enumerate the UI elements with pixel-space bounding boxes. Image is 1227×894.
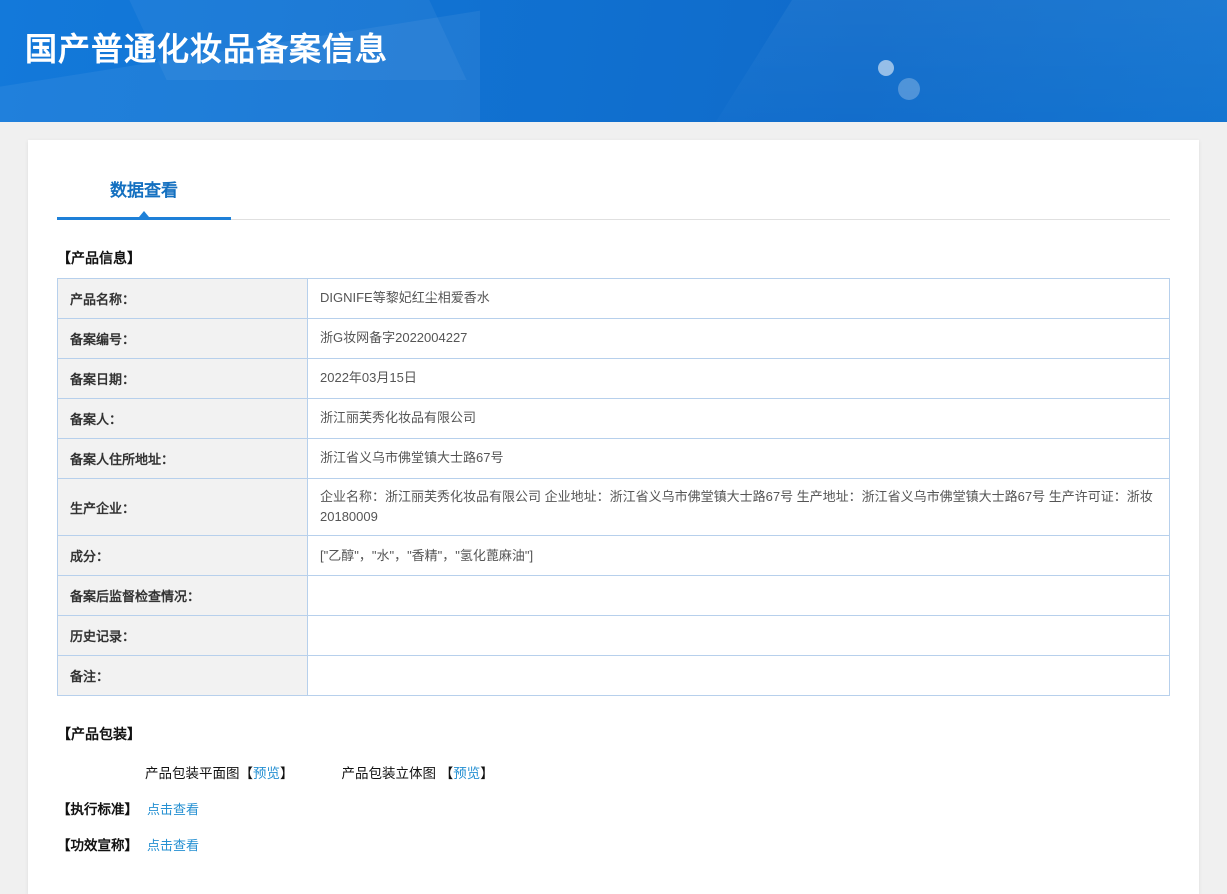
table-row: 备案后监督检查情况： xyxy=(58,576,1170,616)
table-row: 备案人： 浙江丽芙秀化妆品有限公司 xyxy=(58,399,1170,439)
header-decoration-dot xyxy=(898,78,920,100)
packaging-stereo-preview-link[interactable]: 预览 xyxy=(453,766,480,781)
row-label: 备案人住所地址： xyxy=(58,439,308,479)
efficacy-claim-label: 【功效宣称】 xyxy=(57,834,138,854)
packaging-stereo-label: 产品包装立体图 【 xyxy=(342,766,454,781)
table-row: 备案编号： 浙G妆网备字2022004227 xyxy=(58,319,1170,359)
tab-active-caret-icon xyxy=(139,211,149,217)
section-title-product-info: 【产品信息】 xyxy=(57,248,1170,268)
packaging-row: 产品包装平面图【预览】 产品包装立体图 【预览】 xyxy=(57,762,1170,782)
row-label: 备案人： xyxy=(58,399,308,439)
packaging-stereo-item: 产品包装立体图 【预览】 xyxy=(342,762,494,782)
page-title: 国产普通化妆品备案信息 xyxy=(25,24,388,70)
execution-standard-label: 【执行标准】 xyxy=(57,798,138,818)
page-body: 数据查看 【产品信息】 产品名称： DIGNIFE等黎妃红尘相爱香水 备案编号：… xyxy=(0,122,1227,894)
product-info-table: 产品名称： DIGNIFE等黎妃红尘相爱香水 备案编号： 浙G妆网备字20220… xyxy=(57,278,1170,696)
row-value xyxy=(308,576,1170,616)
row-label: 备案后监督检查情况： xyxy=(58,576,308,616)
row-value: ["乙醇"，"水"，"香精"，"氢化蓖麻油"] xyxy=(308,536,1170,576)
packaging-flat-suffix: 】 xyxy=(280,766,294,781)
packaging-flat-label: 产品包装平面图【 xyxy=(145,766,253,781)
row-label: 生产企业： xyxy=(58,479,308,536)
table-row: 历史记录： xyxy=(58,616,1170,656)
section-title-product-packaging: 【产品包装】 xyxy=(57,724,1170,744)
row-value: 2022年03月15日 xyxy=(308,359,1170,399)
packaging-stereo-suffix: 】 xyxy=(480,766,494,781)
table-row: 生产企业： 企业名称：浙江丽芙秀化妆品有限公司 企业地址：浙江省义乌市佛堂镇大士… xyxy=(58,479,1170,536)
execution-standard-view-link[interactable]: 点击查看 xyxy=(147,799,199,818)
efficacy-claim-row: 【功效宣称】 点击查看 xyxy=(57,834,1170,854)
packaging-flat-preview-link[interactable]: 预览 xyxy=(253,766,280,781)
row-value: 企业名称：浙江丽芙秀化妆品有限公司 企业地址：浙江省义乌市佛堂镇大士路67号 生… xyxy=(308,479,1170,536)
row-value xyxy=(308,656,1170,696)
tab-bar: 数据查看 xyxy=(57,176,1170,220)
content-card: 数据查看 【产品信息】 产品名称： DIGNIFE等黎妃红尘相爱香水 备案编号：… xyxy=(28,140,1199,894)
row-label: 备注： xyxy=(58,656,308,696)
row-label: 成分： xyxy=(58,536,308,576)
table-row: 备案日期： 2022年03月15日 xyxy=(58,359,1170,399)
execution-standard-row: 【执行标准】 点击查看 xyxy=(57,798,1170,818)
tab-data-view[interactable]: 数据查看 xyxy=(57,176,231,220)
packaging-flat-item: 产品包装平面图【预览】 xyxy=(145,762,294,782)
efficacy-claim-view-link[interactable]: 点击查看 xyxy=(147,835,199,854)
row-label: 备案日期： xyxy=(58,359,308,399)
table-row: 备案人住所地址： 浙江省义乌市佛堂镇大士路67号 xyxy=(58,439,1170,479)
row-value xyxy=(308,616,1170,656)
row-value: 浙江丽芙秀化妆品有限公司 xyxy=(308,399,1170,439)
table-row: 产品名称： DIGNIFE等黎妃红尘相爱香水 xyxy=(58,279,1170,319)
row-value: 浙江省义乌市佛堂镇大士路67号 xyxy=(308,439,1170,479)
header-decoration-dot xyxy=(878,60,894,76)
header-decoration xyxy=(686,0,1227,122)
row-label: 产品名称： xyxy=(58,279,308,319)
table-row: 备注： xyxy=(58,656,1170,696)
table-row: 成分： ["乙醇"，"水"，"香精"，"氢化蓖麻油"] xyxy=(58,536,1170,576)
row-value: 浙G妆网备字2022004227 xyxy=(308,319,1170,359)
page-header: 国产普通化妆品备案信息 xyxy=(0,0,1227,122)
row-label: 备案编号： xyxy=(58,319,308,359)
row-value: DIGNIFE等黎妃红尘相爱香水 xyxy=(308,279,1170,319)
row-label: 历史记录： xyxy=(58,616,308,656)
tab-data-view-label: 数据查看 xyxy=(110,181,178,200)
